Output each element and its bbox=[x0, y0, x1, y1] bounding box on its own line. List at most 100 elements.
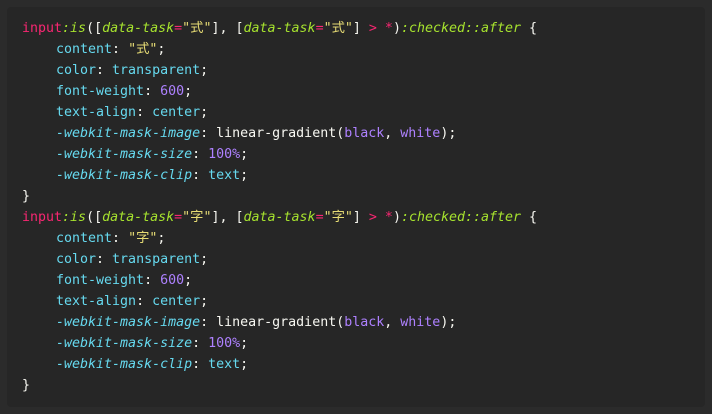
punctuation: ] bbox=[352, 21, 369, 36]
string: "字" bbox=[182, 210, 212, 225]
code-line: input:is([data-task="式"], [data-task="式"… bbox=[22, 18, 705, 39]
keyword-value: center bbox=[152, 105, 201, 120]
function-name: linear-gradient bbox=[216, 126, 337, 141]
semicolon: ; bbox=[240, 357, 249, 372]
code-line: -webkit-mask-clip: text; bbox=[22, 354, 705, 375]
pseudo-element: ::after bbox=[465, 21, 522, 36]
semicolon: ; bbox=[157, 231, 166, 246]
selector-tag: input bbox=[22, 210, 63, 225]
property: content bbox=[56, 42, 113, 57]
code-line: color: transparent; bbox=[22, 60, 705, 81]
property: text-align bbox=[56, 294, 137, 309]
paren-semicolon: ); bbox=[440, 315, 457, 330]
operator: = bbox=[174, 21, 183, 36]
property: text-align bbox=[56, 105, 137, 120]
brace: } bbox=[22, 189, 31, 204]
operator: = bbox=[174, 210, 183, 225]
brace: } bbox=[22, 378, 31, 393]
color-keyword: white bbox=[400, 126, 441, 141]
semicolon: ; bbox=[200, 63, 209, 78]
number-value: 100% bbox=[208, 336, 241, 351]
semicolon: ; bbox=[240, 147, 249, 162]
number-value: 100% bbox=[208, 147, 241, 162]
code-line: input:is([data-task="字"], [data-task="字"… bbox=[22, 207, 705, 228]
keyword-value: center bbox=[152, 294, 201, 309]
semicolon: ; bbox=[200, 294, 209, 309]
selector-tag: input bbox=[22, 21, 63, 36]
operator: = bbox=[315, 210, 324, 225]
property: font-weight bbox=[56, 273, 145, 288]
property: color bbox=[56, 63, 97, 78]
property: color bbox=[56, 252, 97, 267]
colon: : bbox=[192, 147, 209, 162]
colon: : bbox=[192, 168, 209, 183]
vendor-property: -webkit-mask-clip bbox=[56, 357, 193, 372]
operator: = bbox=[315, 21, 324, 36]
combinator: > * bbox=[368, 210, 393, 225]
brace: { bbox=[521, 21, 538, 36]
punctuation: ], [ bbox=[211, 210, 244, 225]
string: "式" bbox=[323, 21, 353, 36]
colon: : bbox=[136, 105, 153, 120]
code-line: -webkit-mask-size: 100%; bbox=[22, 144, 705, 165]
vendor-property: -webkit-mask-image bbox=[56, 315, 201, 330]
pseudo-class: :checked bbox=[400, 210, 465, 225]
colon: : bbox=[96, 63, 113, 78]
colon: : bbox=[136, 294, 153, 309]
pseudo-element: ::after bbox=[465, 210, 522, 225]
function-name: linear-gradient bbox=[216, 315, 337, 330]
semicolon: ; bbox=[240, 336, 249, 351]
code-line: content: "字"; bbox=[22, 228, 705, 249]
keyword-value: transparent bbox=[112, 63, 201, 78]
colon: : bbox=[200, 315, 217, 330]
code-line: text-align: center; bbox=[22, 291, 705, 312]
colon: : bbox=[192, 336, 209, 351]
string: "字" bbox=[323, 210, 353, 225]
keyword-value: transparent bbox=[112, 252, 201, 267]
keyword-value: text bbox=[208, 357, 241, 372]
vendor-property: -webkit-mask-size bbox=[56, 336, 193, 351]
vendor-property: -webkit-mask-clip bbox=[56, 168, 193, 183]
code-line: content: "式"; bbox=[22, 39, 705, 60]
color-keyword: black bbox=[344, 126, 385, 141]
code-line: -webkit-mask-image: linear-gradient(blac… bbox=[22, 123, 705, 144]
punctuation: ([ bbox=[86, 21, 103, 36]
attribute-name: data-task bbox=[243, 21, 316, 36]
punctuation: ], [ bbox=[211, 21, 244, 36]
colon: : bbox=[96, 252, 113, 267]
semicolon: ; bbox=[157, 42, 166, 57]
punctuation: ([ bbox=[86, 210, 103, 225]
attribute-name: data-task bbox=[102, 21, 175, 36]
code-line: -webkit-mask-image: linear-gradient(blac… bbox=[22, 312, 705, 333]
number-value: 600 bbox=[160, 84, 185, 99]
comma: , bbox=[384, 315, 401, 330]
combinator: > * bbox=[368, 21, 393, 36]
code-line: color: transparent; bbox=[22, 249, 705, 270]
pseudo-class: :is bbox=[62, 21, 87, 36]
vendor-property: -webkit-mask-size bbox=[56, 147, 193, 162]
property: content bbox=[56, 231, 113, 246]
string: "式" bbox=[182, 21, 212, 36]
pseudo-class: :is bbox=[62, 210, 87, 225]
string: "式" bbox=[128, 42, 158, 57]
colon: : bbox=[200, 126, 217, 141]
code-line: font-weight: 600; bbox=[22, 270, 705, 291]
vendor-property: -webkit-mask-image bbox=[56, 126, 201, 141]
colon: : bbox=[144, 273, 161, 288]
attribute-name: data-task bbox=[243, 210, 316, 225]
property: font-weight bbox=[56, 84, 145, 99]
semicolon: ; bbox=[184, 84, 193, 99]
colon: : bbox=[192, 357, 209, 372]
semicolon: ; bbox=[184, 273, 193, 288]
pseudo-class: :checked bbox=[400, 21, 465, 36]
color-keyword: white bbox=[400, 315, 441, 330]
colon: : bbox=[112, 42, 129, 57]
paren-semicolon: ); bbox=[440, 126, 457, 141]
code-line: -webkit-mask-clip: text; bbox=[22, 165, 705, 186]
code-line: font-weight: 600; bbox=[22, 81, 705, 102]
semicolon: ; bbox=[200, 252, 209, 267]
attribute-name: data-task bbox=[102, 210, 175, 225]
code-line: } bbox=[22, 375, 705, 396]
keyword-value: text bbox=[208, 168, 241, 183]
punctuation: ) bbox=[392, 210, 401, 225]
